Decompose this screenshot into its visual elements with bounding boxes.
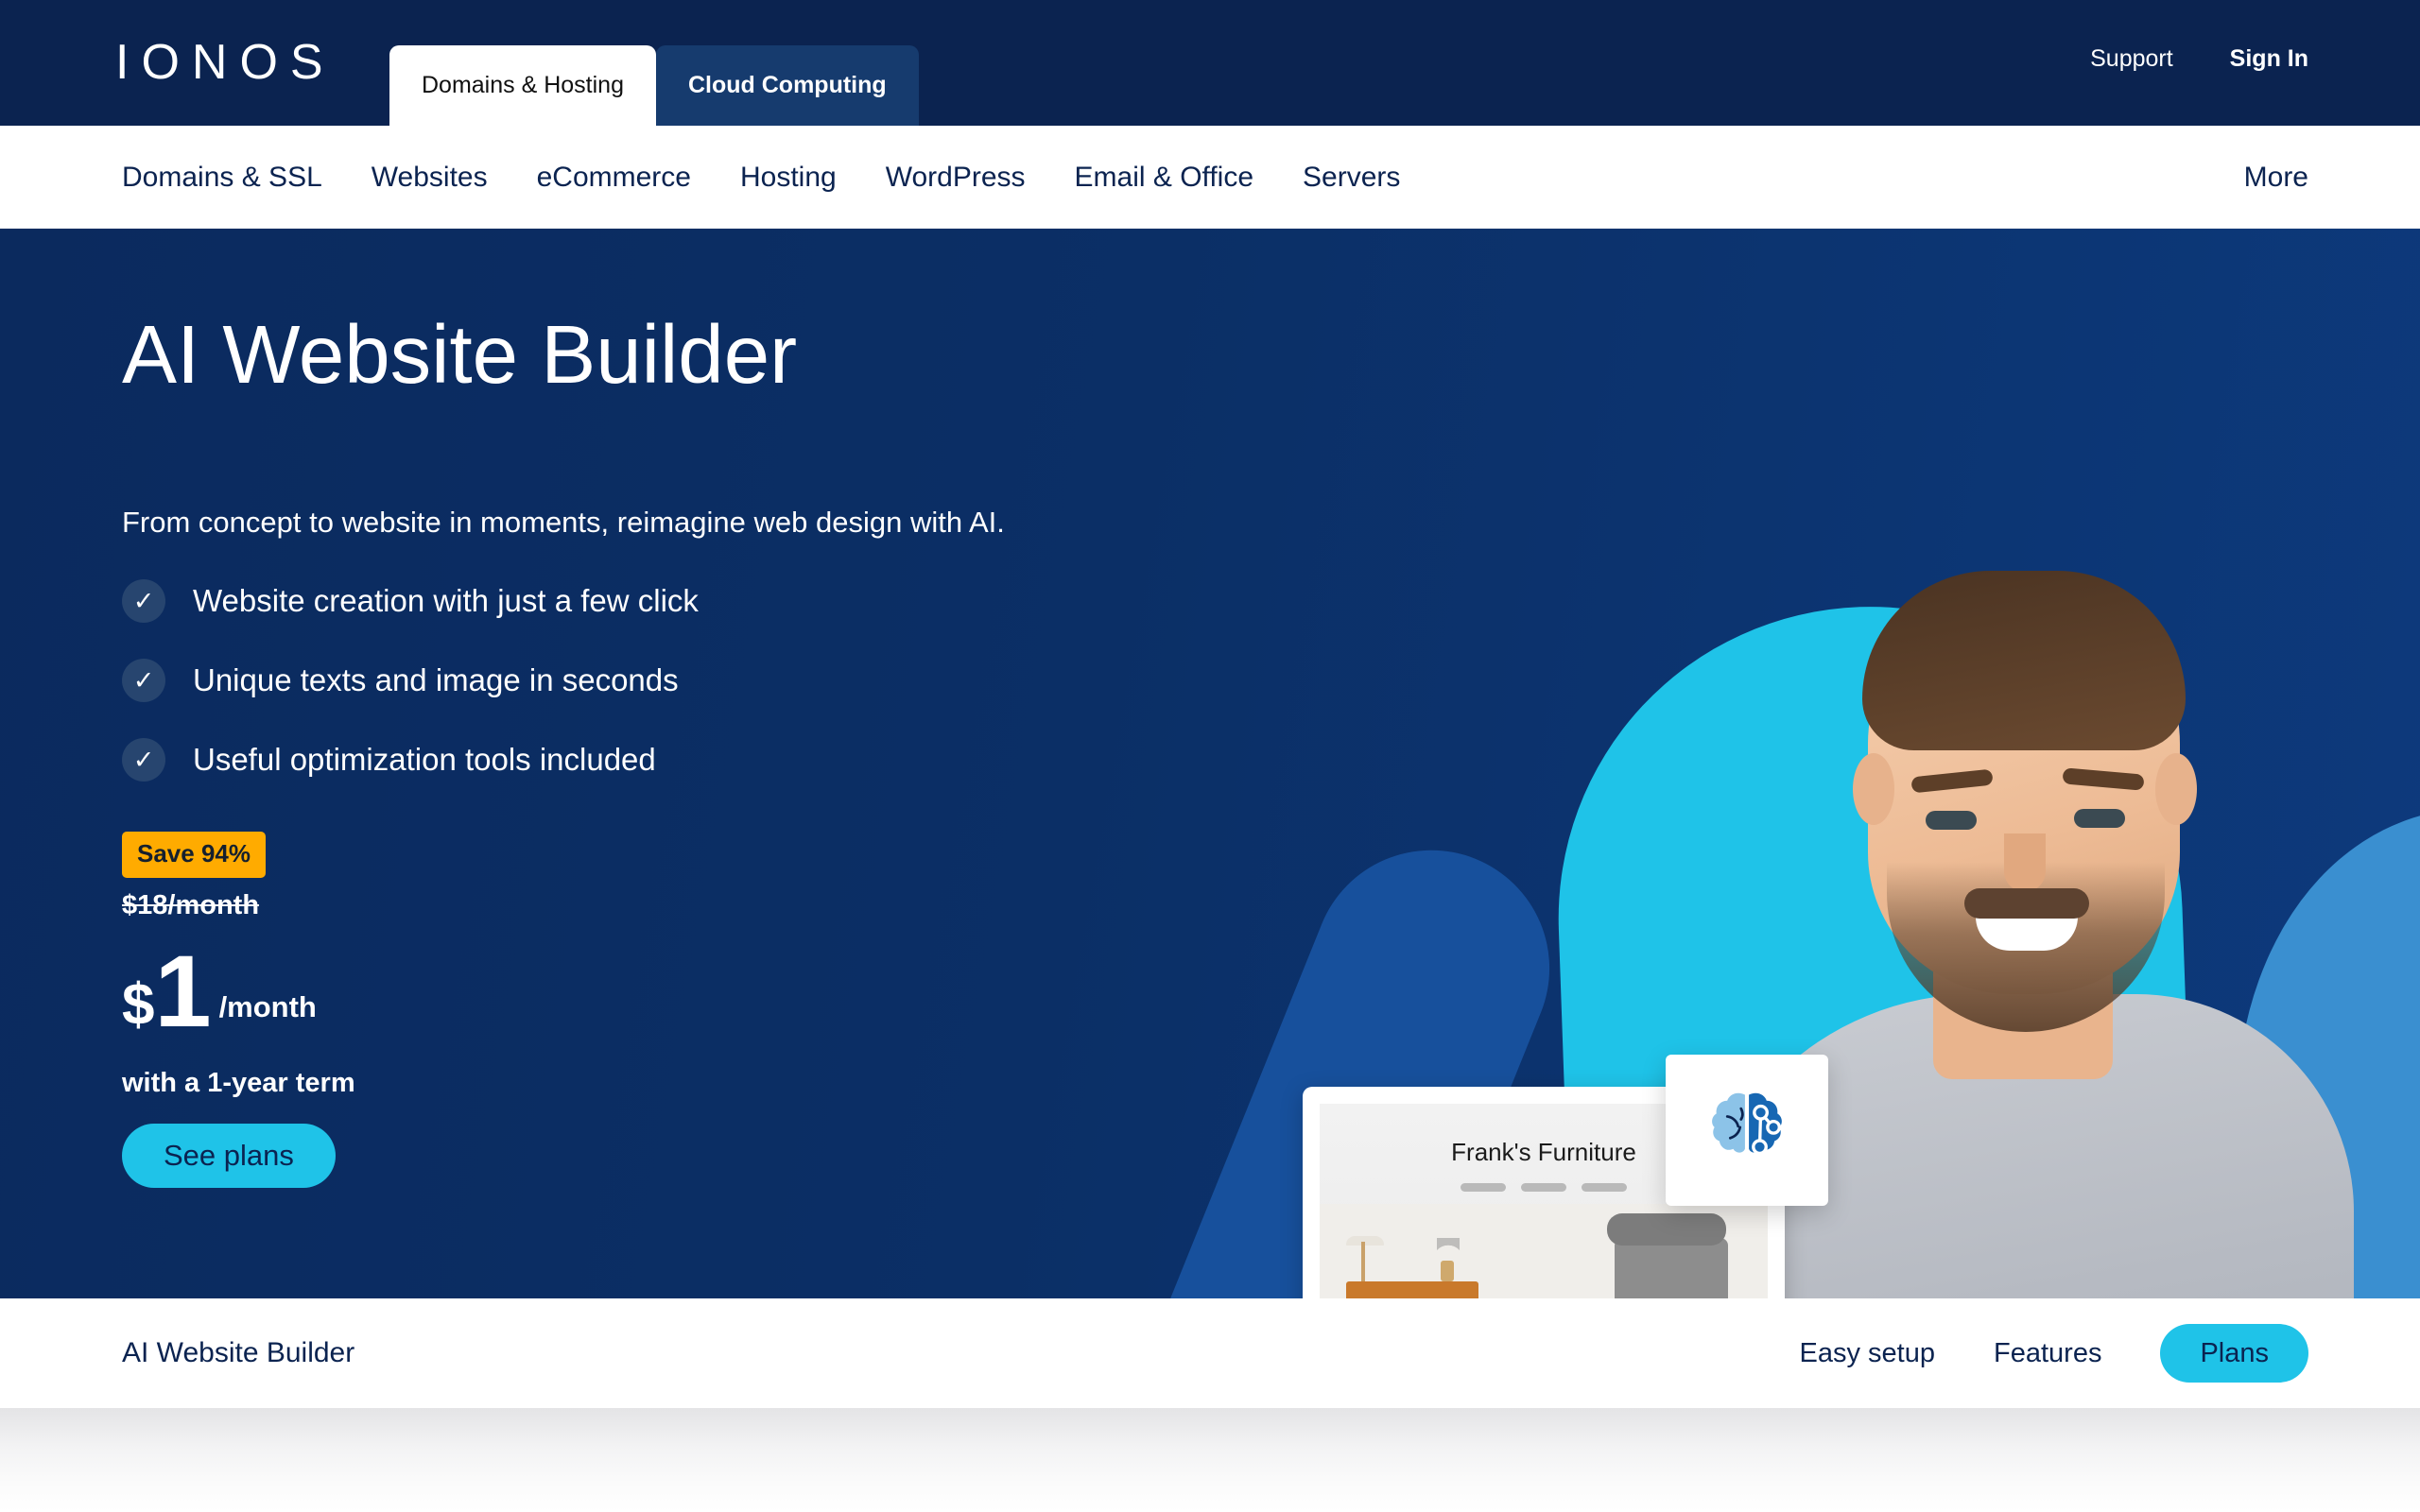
mockup-vase bbox=[1441, 1261, 1454, 1281]
list-item: ✓ Website creation with just a few click bbox=[122, 561, 699, 641]
price-term-note: with a 1-year term bbox=[122, 1068, 355, 1098]
primary-navigation: Domains & SSL Websites eCommerce Hosting… bbox=[0, 126, 2420, 229]
mockup-armchair bbox=[1607, 1213, 1728, 1298]
mockup-sideboard bbox=[1346, 1281, 1478, 1298]
top-header-bar: IONOS Domains & Hosting Cloud Computing … bbox=[0, 0, 2420, 126]
tab-cloud-computing[interactable]: Cloud Computing bbox=[655, 45, 919, 126]
nav-item-more[interactable]: More bbox=[2244, 126, 2308, 229]
nav-item-email-office[interactable]: Email & Office bbox=[1075, 162, 1254, 194]
nav-item-servers[interactable]: Servers bbox=[1303, 162, 1400, 194]
tab-domains-hosting-label: Domains & Hosting bbox=[422, 72, 624, 98]
header-tab-group: Domains & Hosting Cloud Computing bbox=[389, 45, 919, 126]
price-amount: 1 bbox=[154, 934, 212, 1048]
subnav-link-easy-setup[interactable]: Easy setup bbox=[1800, 1338, 1935, 1369]
hero-section: Frank's Furniture AI Website Builder Fro… bbox=[0, 229, 2420, 1298]
feature-label: Website creation with just a few click bbox=[193, 583, 699, 618]
price-display: $ 1 /month bbox=[122, 934, 317, 1048]
mockup-hero-photo bbox=[1320, 1204, 1768, 1298]
mockup-lamp-stem bbox=[1361, 1242, 1365, 1281]
person-moustache bbox=[1964, 888, 2089, 919]
primary-nav-list: Domains & SSL Websites eCommerce Hosting… bbox=[122, 126, 1400, 229]
plans-button[interactable]: Plans bbox=[2160, 1324, 2308, 1383]
page-bottom-fade bbox=[0, 1408, 2420, 1512]
mockup-nav-bar bbox=[1521, 1183, 1566, 1192]
nav-item-domains-ssl[interactable]: Domains & SSL bbox=[122, 162, 322, 194]
nav-item-wordpress[interactable]: WordPress bbox=[886, 162, 1026, 194]
support-link[interactable]: Support bbox=[2090, 45, 2173, 73]
person-ear-left bbox=[1853, 753, 1894, 825]
brain-ai-icon bbox=[1712, 1092, 1782, 1156]
person-ear-right bbox=[2155, 753, 2197, 825]
original-price: $18/month bbox=[122, 890, 260, 920]
header-utility-links: Support Sign In bbox=[2090, 45, 2308, 73]
subnav-product-title: AI Website Builder bbox=[122, 1337, 355, 1368]
see-plans-button[interactable]: See plans bbox=[122, 1124, 336, 1188]
tab-cloud-computing-label: Cloud Computing bbox=[687, 72, 887, 98]
person-eye-right bbox=[2074, 809, 2125, 828]
list-item: ✓ Useful optimization tools included bbox=[122, 720, 699, 799]
hero-feature-list: ✓ Website creation with just a few click… bbox=[122, 561, 699, 799]
page-title: AI Website Builder bbox=[122, 309, 798, 401]
mockup-twigs bbox=[1437, 1238, 1460, 1261]
person-nose bbox=[2004, 833, 2046, 892]
nav-item-ecommerce[interactable]: eCommerce bbox=[537, 162, 691, 194]
mockup-nav-bar bbox=[1461, 1183, 1506, 1192]
price-currency: $ bbox=[122, 971, 155, 1038]
price-period: /month bbox=[218, 989, 317, 1023]
hero-subtitle: From concept to website in moments, reim… bbox=[122, 506, 1005, 539]
status-badge-savings: Save 94% bbox=[122, 832, 266, 878]
tab-domains-hosting[interactable]: Domains & Hosting bbox=[389, 45, 656, 126]
mockup-lamp-shade bbox=[1346, 1236, 1384, 1246]
subnav-link-features[interactable]: Features bbox=[1994, 1338, 2101, 1369]
check-icon: ✓ bbox=[122, 659, 165, 702]
person-hair bbox=[1862, 571, 2186, 750]
ionos-logo[interactable]: IONOS bbox=[115, 38, 336, 87]
list-item: ✓ Unique texts and image in seconds bbox=[122, 641, 699, 720]
person-eye-left bbox=[1926, 811, 1977, 830]
sign-in-link[interactable]: Sign In bbox=[2230, 45, 2308, 73]
check-icon: ✓ bbox=[122, 579, 165, 623]
feature-label: Useful optimization tools included bbox=[193, 742, 656, 777]
subnav-links: Easy setup Features Plans bbox=[1800, 1324, 2308, 1383]
ai-brain-card bbox=[1666, 1055, 1828, 1206]
nav-item-websites[interactable]: Websites bbox=[372, 162, 488, 194]
nav-item-hosting[interactable]: Hosting bbox=[740, 162, 837, 194]
feature-label: Unique texts and image in seconds bbox=[193, 662, 679, 697]
check-icon: ✓ bbox=[122, 738, 165, 782]
mockup-nav-bar bbox=[1582, 1183, 1627, 1192]
sticky-subnav: AI Website Builder Easy setup Features P… bbox=[0, 1298, 2420, 1408]
